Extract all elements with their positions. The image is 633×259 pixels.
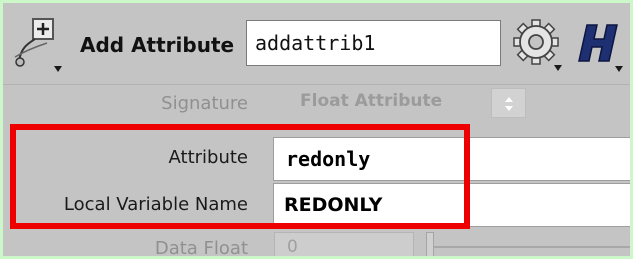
data-float-slider-handle[interactable]	[426, 232, 434, 256]
add-attribute-icon[interactable]	[11, 17, 65, 75]
parameter-panel: Add Attribute addattrib1 Signature Float…	[3, 3, 630, 256]
signature-dropdown-button[interactable]	[491, 88, 526, 118]
node-name-input[interactable]	[246, 20, 501, 66]
data-float-field[interactable]: 0	[274, 232, 414, 256]
data-float-slider-track	[429, 246, 630, 248]
houdini-help-icon[interactable]	[573, 17, 627, 75]
local-variable-name-field[interactable]	[273, 183, 630, 227]
attribute-name-field[interactable]	[273, 137, 630, 181]
data-float-label: Data Float	[154, 238, 248, 256]
signature-label: Signature	[161, 93, 248, 114]
up-down-arrows-icon	[505, 97, 513, 111]
node-type-label: Add Attribute	[80, 33, 235, 57]
gear-icon[interactable]	[508, 15, 566, 75]
attribute-label: Attribute	[168, 147, 248, 168]
signature-value: Float Attribute	[300, 91, 443, 111]
header-divider	[3, 84, 630, 85]
node-header: Add Attribute	[3, 3, 630, 85]
local-variable-name-label: Local Variable Name	[63, 194, 248, 215]
